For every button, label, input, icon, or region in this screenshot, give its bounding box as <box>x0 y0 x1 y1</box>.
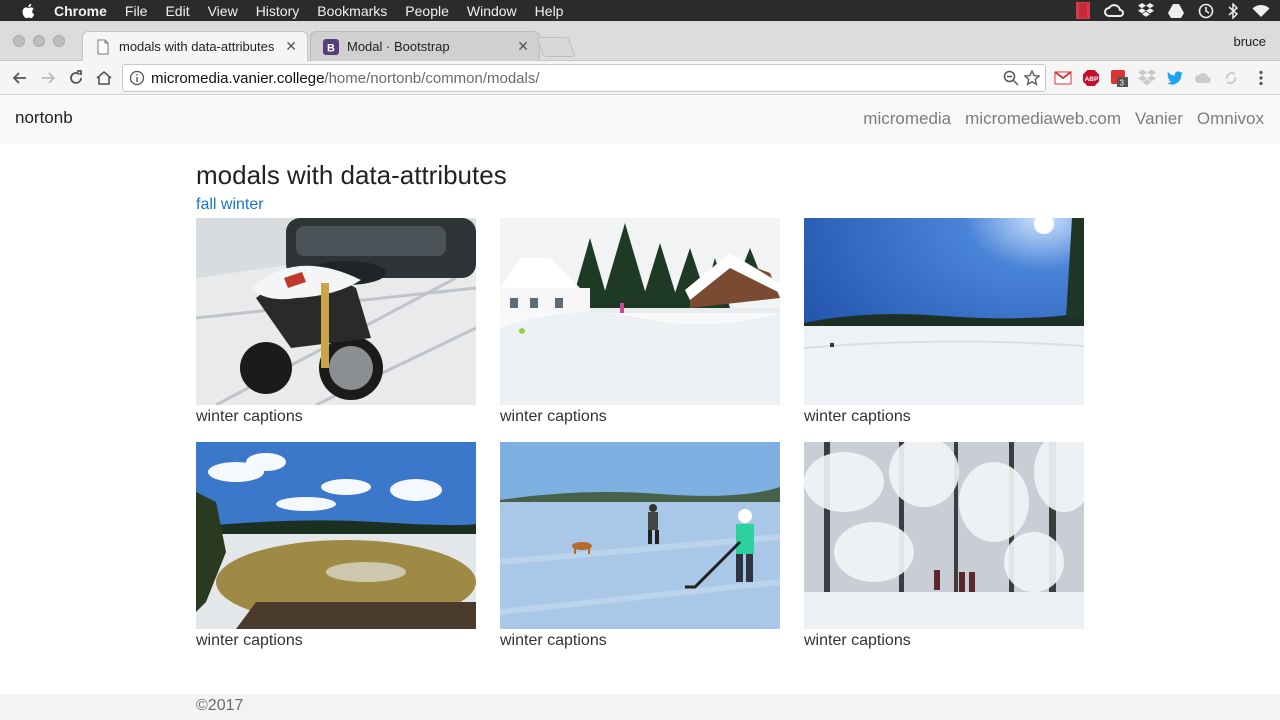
cloud-extension-icon[interactable] <box>1194 69 1212 87</box>
tab-title: Modal · Bootstrap <box>347 39 450 54</box>
menu-edit[interactable]: Edit <box>165 3 189 19</box>
calendar-extension-icon[interactable]: 3 <box>1110 69 1128 87</box>
tab-strip: modals with data-attributes ✕ B Modal · … <box>0 21 1280 61</box>
dropbox-icon[interactable] <box>1138 3 1154 18</box>
profile-name[interactable]: bruce <box>1233 34 1266 49</box>
fall-winter-link[interactable]: fall winter <box>196 196 1086 214</box>
sync-extension-icon[interactable] <box>1222 69 1240 87</box>
nav-link-micromediaweb[interactable]: micromediaweb.com <box>965 109 1121 129</box>
thumbnail-melting-lake[interactable] <box>196 442 476 629</box>
creative-cloud-icon[interactable] <box>1104 3 1124 18</box>
gallery-card[interactable]: winter captions <box>196 442 476 650</box>
gallery-card[interactable]: winter captions <box>196 218 476 426</box>
adblock-icon[interactable]: ABP <box>1082 69 1100 87</box>
image-caption: winter captions <box>804 408 911 425</box>
menu-bookmarks[interactable]: Bookmarks <box>317 3 387 19</box>
thumbnail-snowy-cabins[interactable] <box>500 218 780 405</box>
image-caption: winter captions <box>804 632 911 649</box>
bootstrap-icon: B <box>323 38 339 55</box>
close-tab-icon[interactable]: ✕ <box>285 38 297 55</box>
site-footer: ©2017 <box>0 694 1280 720</box>
menu-app-name[interactable]: Chrome <box>54 3 107 19</box>
web-page: nortonb micromedia micromediaweb.com Van… <box>0 96 1280 720</box>
close-tab-icon[interactable]: ✕ <box>517 38 529 55</box>
navbar-brand[interactable]: nortonb <box>15 108 73 128</box>
gallery-card[interactable]: winter captions <box>500 218 780 426</box>
gallery-card[interactable]: winter captions <box>500 442 780 650</box>
menu-history[interactable]: History <box>256 3 300 19</box>
bluetooth-icon[interactable] <box>1228 2 1238 19</box>
dropbox-extension-icon[interactable] <box>1138 69 1156 87</box>
url-host: micromedia.vanier.college <box>151 69 325 87</box>
thumbnail-ice-hockey[interactable] <box>500 442 780 629</box>
twitter-icon[interactable] <box>1166 69 1184 87</box>
menu-view[interactable]: View <box>208 3 238 19</box>
window-zoom-button[interactable] <box>53 35 65 47</box>
zoom-icon[interactable] <box>1003 70 1019 86</box>
tab-title: modals with data-attributes <box>119 39 275 54</box>
address-bar[interactable]: micromedia.vanier.college/home/nortonb/c… <box>122 64 1046 92</box>
forward-icon[interactable] <box>39 69 57 87</box>
window-minimize-button[interactable] <box>33 35 45 47</box>
drive-icon[interactable] <box>1168 3 1184 18</box>
back-icon[interactable] <box>11 69 29 87</box>
nav-link-micromedia[interactable]: micromedia <box>863 109 951 129</box>
image-caption: winter captions <box>500 408 607 425</box>
nav-link-vanier[interactable]: Vanier <box>1135 109 1183 129</box>
menu-help[interactable]: Help <box>535 3 564 19</box>
browser-toolbar: micromedia.vanier.college/home/nortonb/c… <box>0 61 1280 95</box>
home-icon[interactable] <box>95 69 113 87</box>
svg-text:B: B <box>327 42 335 54</box>
gallery-card[interactable]: winter captions <box>804 218 1084 426</box>
menu-file[interactable]: File <box>125 3 148 19</box>
time-machine-icon[interactable] <box>1198 3 1214 19</box>
page-title: modals with data-attributes <box>196 160 507 190</box>
info-icon[interactable] <box>129 70 145 86</box>
apple-icon[interactable] <box>20 2 38 20</box>
more-menu-icon[interactable] <box>1252 69 1270 87</box>
tab-bootstrap-modal[interactable]: B Modal · Bootstrap ✕ <box>310 31 540 61</box>
window-close-button[interactable] <box>13 35 25 47</box>
gmail-icon[interactable] <box>1054 69 1072 87</box>
reload-icon[interactable] <box>67 69 85 87</box>
menu-window[interactable]: Window <box>467 3 517 19</box>
thumbnail-snowy-forest[interactable] <box>804 442 1084 629</box>
tab-modals[interactable]: modals with data-attributes ✕ <box>82 31 308 61</box>
nav-link-omnivox[interactable]: Omnivox <box>1197 109 1264 129</box>
macos-menubar: Chrome File Edit View History Bookmarks … <box>0 0 1280 21</box>
svg-text:3: 3 <box>1120 79 1125 88</box>
red-block-icon[interactable] <box>1076 2 1090 19</box>
menu-people[interactable]: People <box>405 3 449 19</box>
bookmark-star-icon[interactable] <box>1024 70 1040 86</box>
gallery-card[interactable]: winter captions <box>804 442 1084 650</box>
copyright-text: ©2017 <box>196 697 244 714</box>
thumbnail-frozen-lake[interactable] <box>804 218 1084 405</box>
wifi-icon[interactable] <box>1252 4 1270 18</box>
image-caption: winter captions <box>196 632 303 649</box>
site-navbar: nortonb micromedia micromediaweb.com Van… <box>0 96 1280 144</box>
main-content: modals with data-attributes fall winter <box>196 158 1086 649</box>
url-path: /home/nortonb/common/modals/ <box>324 69 540 87</box>
svg-text:ABP: ABP <box>1085 76 1099 83</box>
document-icon <box>97 39 109 54</box>
image-caption: winter captions <box>196 408 303 425</box>
image-caption: winter captions <box>500 632 607 649</box>
new-tab-button[interactable] <box>536 37 576 57</box>
thumbnail-snowy-motorcycle[interactable] <box>196 218 476 405</box>
